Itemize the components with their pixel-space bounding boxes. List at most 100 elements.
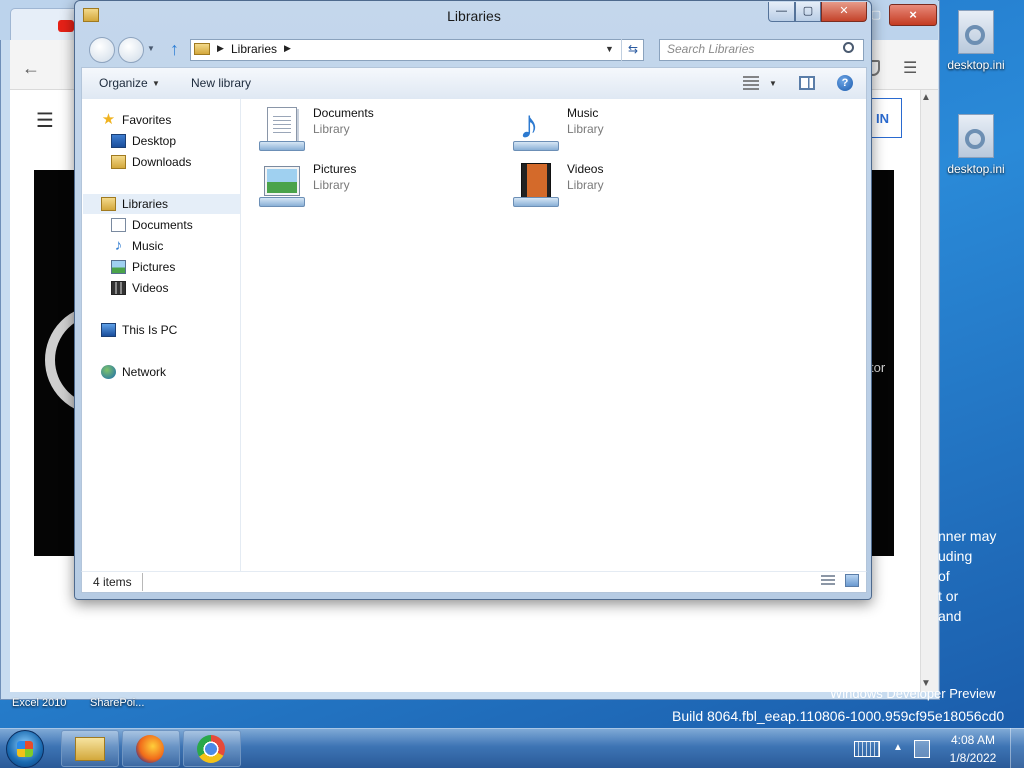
tree-label: Videos: [132, 280, 169, 295]
search-icon[interactable]: [843, 42, 854, 53]
item-type: Library: [313, 122, 350, 136]
action-center-flag-icon[interactable]: [914, 740, 930, 758]
breadcrumb-libraries[interactable]: Libraries: [231, 42, 277, 56]
clock-date[interactable]: 1/8/2022: [946, 751, 1000, 765]
help-icon[interactable]: ?: [837, 75, 853, 91]
menu-icon[interactable]: ☰: [903, 58, 917, 78]
item-name: Pictures: [313, 162, 357, 176]
desktop-shortcut-excel[interactable]: Excel 2010: [12, 697, 66, 709]
item-type: Library: [313, 178, 350, 192]
back-button[interactable]: [89, 37, 115, 63]
status-bar: [81, 571, 867, 593]
minimize-button[interactable]: —: [768, 2, 795, 22]
settings-file-icon: [958, 114, 994, 158]
tree-label: Network: [122, 364, 167, 379]
tree-item-desktop[interactable]: Desktop: [111, 130, 176, 151]
item-count: 4 items: [93, 575, 132, 589]
desktop-notice-text: nner may uding of t or and: [938, 526, 996, 626]
show-hidden-icons-icon[interactable]: ▲: [893, 742, 903, 753]
chevron-down-icon[interactable]: ▼: [769, 79, 777, 88]
tree-label: Music: [132, 238, 164, 253]
keyboard-icon[interactable]: [854, 741, 880, 757]
tree-label: Desktop: [132, 133, 177, 148]
forward-button[interactable]: [118, 37, 144, 63]
search-placeholder: Search Libraries: [667, 42, 755, 56]
breadcrumb-chevron-icon[interactable]: ▶: [284, 43, 291, 54]
tree-label: Libraries: [122, 196, 169, 211]
video-caption: tor: [870, 360, 886, 375]
videos-library-icon: [513, 161, 559, 207]
documents-library-icon: [259, 105, 305, 151]
desktop-file-icon[interactable]: desktop.ini: [936, 114, 1016, 176]
film-icon: [111, 280, 126, 295]
star-icon: ★: [101, 110, 116, 128]
notice-line: of: [938, 568, 950, 584]
recent-locations-icon[interactable]: ▼: [147, 44, 155, 53]
item-name: Music: [567, 106, 599, 120]
tree-item-libraries[interactable]: Libraries: [101, 193, 168, 214]
music-note-icon: ♪: [114, 236, 123, 254]
chrome-icon: [197, 735, 225, 763]
document-icon: [111, 217, 126, 232]
breadcrumb-chevron-icon[interactable]: ▶: [217, 43, 224, 54]
show-desktop-button[interactable]: [1010, 728, 1024, 768]
tree-item-favorites[interactable]: ★ Favorites: [101, 109, 172, 130]
os-watermark-build: Build 8064.fbl_eeap.110806-1000.959cf95e…: [672, 708, 1005, 724]
desktop-shortcut-sharepoint[interactable]: SharePoi...: [90, 697, 144, 709]
tree-item-music[interactable]: ♪ Music: [111, 235, 164, 256]
notice-line: t or: [938, 588, 959, 604]
details-view-icon[interactable]: [821, 575, 835, 587]
browser-close-button[interactable]: ×: [889, 4, 937, 26]
hamburger-icon[interactable]: ☰: [36, 108, 54, 133]
tree-item-videos[interactable]: Videos: [111, 277, 168, 298]
desktop-icon: [111, 133, 126, 148]
network-globe-icon: [101, 364, 116, 379]
large-icons-view-icon[interactable]: [845, 574, 859, 587]
library-item-music[interactable]: ♪ Music Library: [513, 105, 733, 151]
organize-button[interactable]: Organize: [99, 76, 148, 90]
tree-item-pictures[interactable]: Pictures: [111, 256, 175, 277]
tree-item-network[interactable]: Network: [101, 361, 166, 382]
notice-line: uding: [938, 548, 973, 564]
windows-logo-icon: [17, 741, 33, 757]
library-folder-icon: [194, 43, 210, 55]
settings-file-icon: [958, 10, 994, 54]
chevron-down-icon[interactable]: ▼: [152, 79, 160, 88]
library-item-pictures[interactable]: Pictures Library: [259, 161, 479, 207]
window-title: Libraries: [447, 8, 501, 24]
youtube-icon: [58, 20, 74, 32]
tree-item-documents[interactable]: Documents: [111, 214, 193, 235]
picture-icon: [111, 259, 126, 274]
back-arrow-icon[interactable]: ←: [22, 58, 40, 79]
status-divider: [142, 573, 143, 591]
tree-label: Favorites: [122, 112, 172, 127]
tree-item-this-pc[interactable]: This Is PC: [101, 319, 177, 340]
item-type: Library: [567, 178, 604, 192]
desktop-file-icon[interactable]: desktop.ini: [936, 10, 1016, 72]
notice-line: and: [938, 608, 962, 624]
library-item-documents[interactable]: Documents Library: [259, 105, 479, 151]
maximize-button[interactable]: ▢: [795, 2, 821, 22]
browser-scrollbar[interactable]: [920, 90, 938, 692]
refresh-button[interactable]: ⇆: [621, 39, 644, 61]
library-folder-icon: [101, 196, 116, 211]
new-library-button[interactable]: New library: [191, 76, 251, 90]
downloads-icon: [111, 154, 126, 169]
address-dropdown-icon[interactable]: ▼: [605, 44, 614, 54]
item-type: Library: [567, 122, 604, 136]
close-button[interactable]: ✕: [821, 2, 867, 22]
preview-pane-icon[interactable]: [799, 76, 815, 90]
clock-time[interactable]: 4:08 AM: [948, 733, 998, 747]
up-arrow-icon[interactable]: ↑: [170, 39, 179, 60]
folder-icon: [75, 737, 105, 761]
tree-item-downloads[interactable]: Downloads: [111, 151, 191, 172]
desktop-file-label: desktop.ini: [947, 162, 1005, 176]
item-name: Videos: [567, 162, 604, 176]
pictures-library-icon: [259, 161, 305, 207]
desktop-file-label: desktop.ini: [947, 58, 1005, 72]
scroll-up-icon[interactable]: ▲: [921, 92, 931, 103]
computer-icon: [101, 322, 116, 337]
library-item-videos[interactable]: Videos Library: [513, 161, 733, 207]
change-view-icon[interactable]: [743, 76, 759, 90]
firefox-icon: [136, 735, 164, 763]
